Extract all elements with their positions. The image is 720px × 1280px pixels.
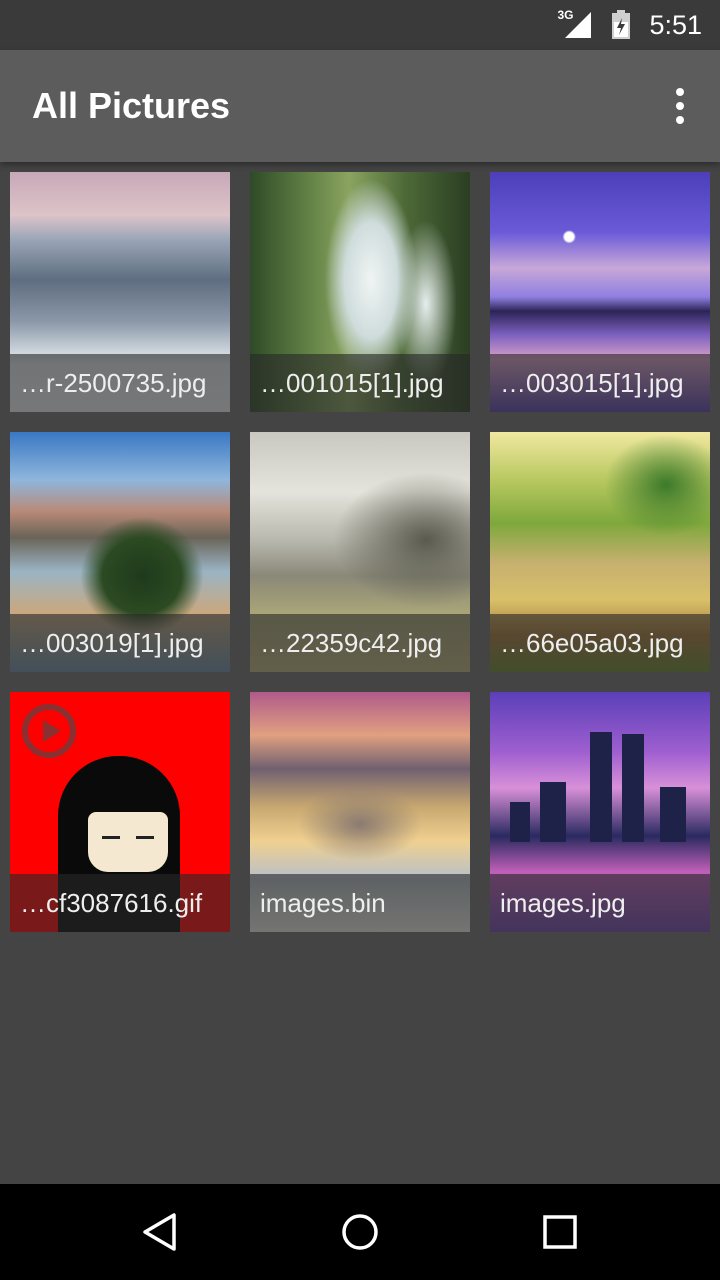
- picture-caption: images.bin: [250, 874, 470, 932]
- picture-tile[interactable]: …003019[1].jpg: [10, 432, 230, 672]
- signal-icon: 3G: [557, 8, 593, 40]
- picture-caption: …66e05a03.jpg: [490, 614, 710, 672]
- play-icon: [22, 704, 76, 758]
- picture-caption: …cf3087616.gif: [10, 874, 230, 932]
- picture-caption: images.jpg: [490, 874, 710, 932]
- recents-icon[interactable]: [530, 1202, 590, 1262]
- picture-tile[interactable]: …22359c42.jpg: [250, 432, 470, 672]
- overflow-dot: [676, 116, 684, 124]
- picture-tile[interactable]: images.bin: [250, 692, 470, 932]
- thumbnail-building: [510, 802, 530, 842]
- picture-caption: …003015[1].jpg: [490, 354, 710, 412]
- clock: 5:51: [649, 9, 702, 40]
- picture-caption: …003019[1].jpg: [10, 614, 230, 672]
- thumbnail-building: [540, 782, 566, 842]
- home-icon[interactable]: [330, 1202, 390, 1262]
- thumbnail-figure-face: [88, 812, 168, 872]
- picture-tile[interactable]: images.jpg: [490, 692, 710, 932]
- picture-caption: …001015[1].jpg: [250, 354, 470, 412]
- picture-tile[interactable]: …003015[1].jpg: [490, 172, 710, 412]
- picture-tile[interactable]: …cf3087616.gif: [10, 692, 230, 932]
- picture-tile[interactable]: …66e05a03.jpg: [490, 432, 710, 672]
- thumbnail-building: [660, 787, 686, 842]
- picture-grid: …r-2500735.jpg …001015[1].jpg …003015[1]…: [10, 172, 710, 932]
- picture-caption: …22359c42.jpg: [250, 614, 470, 672]
- overflow-dot: [676, 88, 684, 96]
- thumbnail-figure-eye: [102, 836, 120, 839]
- page-title: All Pictures: [32, 85, 231, 126]
- picture-tile[interactable]: …001015[1].jpg: [250, 172, 470, 412]
- back-icon[interactable]: [130, 1202, 190, 1262]
- status-bar: 3G 5:51: [0, 0, 720, 50]
- thumbnail-building: [590, 732, 612, 842]
- overflow-dot: [676, 102, 684, 110]
- overflow-menu-icon[interactable]: [660, 86, 700, 126]
- picture-tile[interactable]: …r-2500735.jpg: [10, 172, 230, 412]
- app-bar: All Pictures: [0, 50, 720, 162]
- thumbnail-figure-eye: [136, 836, 154, 839]
- navigation-bar: [0, 1184, 720, 1280]
- picture-caption: …r-2500735.jpg: [10, 354, 230, 412]
- battery-icon: [611, 10, 631, 40]
- thumbnail-building: [622, 734, 644, 842]
